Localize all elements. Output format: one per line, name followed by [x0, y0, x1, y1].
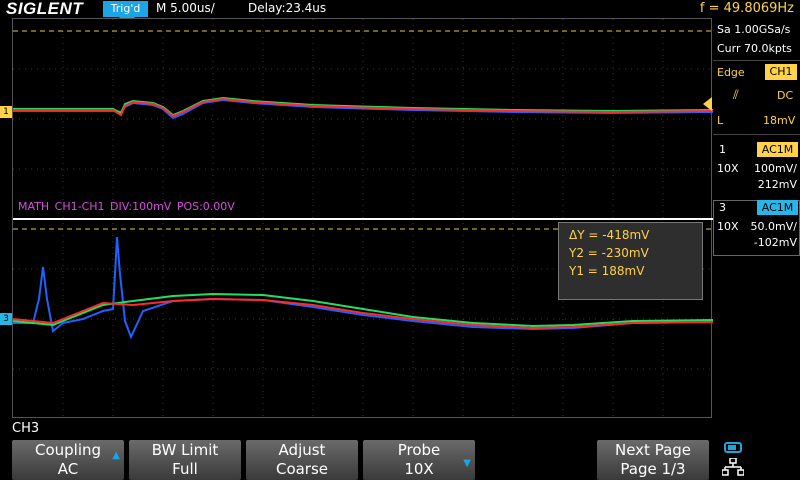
trigger-type[interactable]: Edge [717, 66, 745, 79]
trigger-coupling: DC [777, 89, 794, 102]
divider [713, 60, 800, 61]
cursor-y2: Y2 = -230mV [569, 246, 649, 260]
math-name: MATH [18, 200, 50, 213]
empty-softkey[interactable] [480, 440, 592, 480]
softkey-label: BW Limit [151, 441, 219, 459]
softkey-label: Coupling [34, 441, 102, 459]
lan-icon [722, 458, 744, 476]
trigger-level-label: L [717, 114, 724, 127]
delay-readout[interactable]: Delay:23.4us [248, 1, 326, 15]
adjust-softkey[interactable]: Adjust Coarse [246, 440, 358, 480]
ch3-number: 3 [719, 201, 726, 214]
ch3-offset: -102mV [753, 236, 797, 249]
softkey-value: AC [57, 460, 79, 478]
frequency-counter: f = 49.8069Hz [699, 1, 794, 16]
ch1-scale: 100mV/ [754, 162, 797, 175]
ch1-info[interactable]: 1 AC1M 10X 100mV/ 212mV [713, 142, 800, 198]
ch1-probe: 10X [717, 162, 739, 175]
rising-edge-icon: ⫽ [733, 88, 739, 103]
arrow-down-icon: ▼ [463, 458, 471, 469]
divider [713, 134, 800, 135]
waveform-display[interactable] [12, 18, 713, 419]
math-function: CH1-CH1 [54, 200, 105, 213]
math-pos: POS:0.00V [176, 200, 235, 213]
ch1-offset-marker[interactable]: 1 [0, 106, 12, 118]
softkey-value: Page 1/3 [620, 460, 686, 478]
timebase-readout[interactable]: M 5.00us/ [156, 1, 215, 15]
ch1-coupling-badge: AC1M [757, 142, 798, 157]
arrow-up-icon: ▲ [112, 450, 120, 461]
next-page-softkey[interactable]: Next Page Page 1/3 [597, 440, 709, 480]
ch3-info[interactable]: 3 AC1M 10X 50.0mV/ -102mV [713, 200, 800, 256]
brand-logo: SIGLENT [6, 0, 84, 18]
menu-title: CH3 [12, 421, 40, 436]
memory-depth: Curr 70.0kpts [717, 42, 792, 55]
softkey-label: Next Page [614, 441, 692, 459]
ch3-coupling-badge: AC1M [757, 200, 798, 215]
trigger-level-marker[interactable] [703, 97, 712, 111]
trigger-status-badge: Trig'd [103, 1, 148, 17]
softkey-value: Coarse [275, 460, 329, 478]
cursor-y1: Y1 = 188mV [569, 264, 645, 278]
cursor-delta-y: ΔY = -418mV [569, 228, 650, 242]
top-status-bar: SIGLENT Trig'd M 5.00us/ Delay:23.4us f … [0, 0, 800, 18]
softkey-label: Adjust [278, 441, 326, 459]
trigger-level: 18mV [763, 114, 796, 127]
math-label: MATH CH1-CH1 DIV:100mV POS:0.00V [18, 200, 235, 213]
bw-limit-softkey[interactable]: BW Limit Full [129, 440, 241, 480]
coupling-softkey[interactable]: Coupling AC ▲ [12, 440, 124, 480]
math-div: DIV:100mV [110, 200, 172, 213]
softkey-label: Probe [397, 441, 441, 459]
ch1-offset: 212mV [757, 178, 797, 191]
ch1-number: 1 [719, 143, 726, 156]
ch3-scale: 50.0mV/ [750, 220, 797, 233]
sample-rate: Sa 1.00GSa/s [717, 23, 791, 36]
info-panel: Sa 1.00GSa/s Curr 70.0kpts Edge CH1 ⫽ DC… [713, 18, 800, 418]
graticule [13, 19, 713, 419]
usb-icon [724, 442, 742, 453]
ch3-offset-marker[interactable]: 3 [0, 313, 12, 325]
cursor-readout: ΔY = -418mV Y2 = -230mV Y1 = 188mV [558, 222, 703, 300]
trigger-source-badge[interactable]: CH1 [765, 64, 797, 80]
softkey-value: 10X [404, 460, 434, 478]
ch3-probe: 10X [717, 220, 739, 233]
softkey-value: Full [172, 460, 198, 478]
probe-softkey[interactable]: Probe 10X ▼ [363, 440, 475, 480]
